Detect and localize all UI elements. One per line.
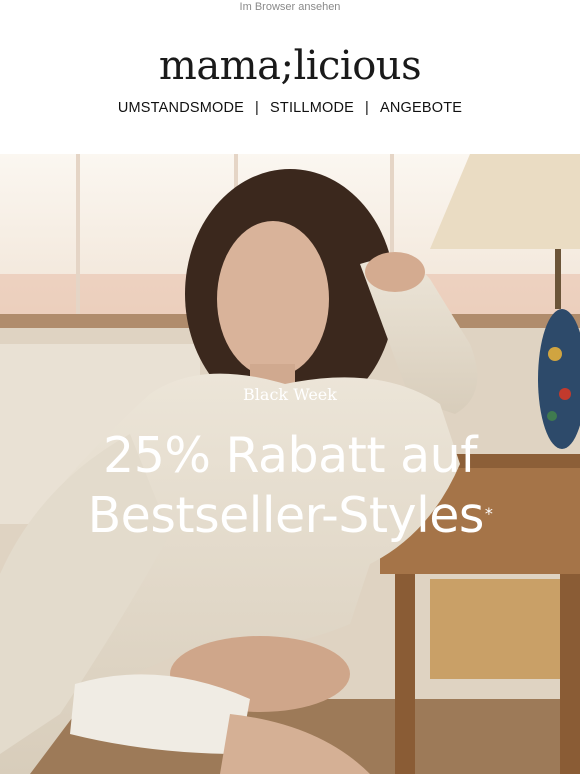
hero-headline-line-2-text: Bestseller-Styles bbox=[87, 487, 485, 544]
nav-item-angebote[interactable]: ANGEBOTE bbox=[380, 100, 462, 116]
nav-item-umstandsmode[interactable]: UMSTANDSMODE bbox=[118, 100, 244, 116]
hero-headline: 25% Rabatt auf Bestseller-Styles* bbox=[0, 426, 580, 546]
view-in-browser-link[interactable]: Im Browser ansehen bbox=[0, 0, 580, 14]
hero-headline-line-2: Bestseller-Styles* bbox=[0, 486, 580, 546]
main-nav: UMSTANDSMODE | STILLMODE | ANGEBOTE bbox=[0, 100, 580, 116]
nav-separator: | bbox=[365, 100, 369, 116]
hero-banner[interactable]: Black Week 25% Rabatt auf Bestseller-Sty… bbox=[0, 154, 580, 774]
brand-logo[interactable]: mama;licious bbox=[0, 42, 580, 90]
nav-item-stillmode[interactable]: STILLMODE bbox=[270, 100, 354, 116]
asterisk-mark: * bbox=[484, 504, 493, 523]
hero-headline-line-1: 25% Rabatt auf bbox=[103, 427, 477, 484]
hero-eyebrow: Black Week bbox=[243, 385, 337, 404]
nav-separator: | bbox=[255, 100, 260, 116]
